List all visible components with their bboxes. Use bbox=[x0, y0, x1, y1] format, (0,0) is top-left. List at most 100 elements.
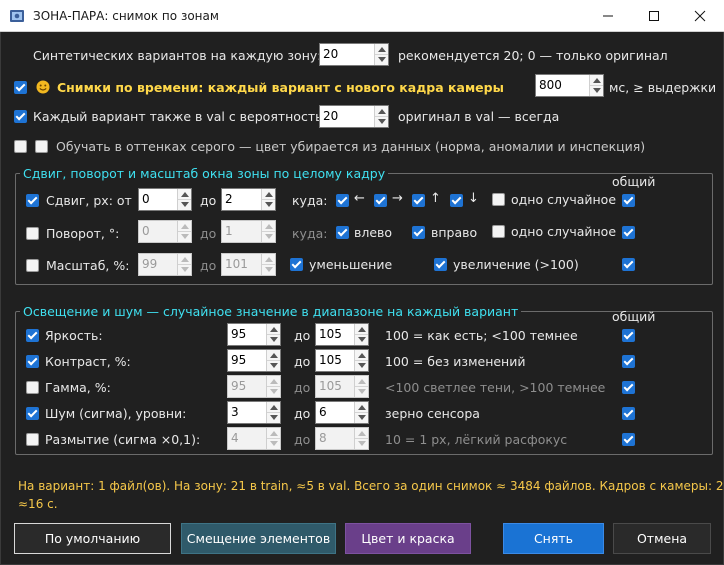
shift-single-random-checkbox[interactable] bbox=[492, 193, 505, 206]
snapshots-interval-stepper[interactable] bbox=[589, 75, 603, 96]
shift-down-checkbox[interactable] bbox=[450, 194, 463, 207]
rotate-to-input[interactable]: 1 bbox=[221, 220, 276, 243]
gamma-to-label: до bbox=[294, 380, 311, 395]
color-paint-button[interactable]: Цвет и краска bbox=[345, 523, 471, 554]
val-checkbox[interactable] bbox=[14, 110, 27, 123]
scale-checkbox[interactable] bbox=[26, 259, 39, 272]
blur-hint: 10 = 1 px, лёгкий расфокус bbox=[385, 432, 568, 447]
shift-checkbox[interactable] bbox=[26, 194, 39, 207]
scale-from-stepper[interactable] bbox=[177, 254, 191, 275]
shoot-button[interactable]: Снять bbox=[503, 523, 604, 554]
contrast-to-stepper[interactable] bbox=[354, 350, 368, 371]
noise-from-stepper[interactable] bbox=[266, 402, 280, 423]
blur-to-input[interactable]: 8 bbox=[315, 427, 369, 450]
snapshots-label: Снимки по времени: каждый вариант с ново… bbox=[57, 80, 504, 95]
gamma-to-stepper[interactable] bbox=[354, 376, 368, 397]
brightness-from-stepper[interactable] bbox=[266, 324, 280, 345]
rotate-single-random-checkbox[interactable] bbox=[492, 225, 505, 238]
rotate-common-checkbox[interactable] bbox=[622, 226, 635, 239]
blur-from-input[interactable]: 4 bbox=[227, 427, 281, 450]
rotate-from-input[interactable]: 0 bbox=[138, 220, 192, 243]
close-button[interactable] bbox=[677, 0, 723, 32]
shift-to-stepper[interactable] bbox=[261, 189, 275, 210]
noise-to-stepper[interactable] bbox=[354, 402, 368, 423]
snapshots-hint: мс, ≥ выдержки bbox=[609, 80, 717, 95]
noise-common-checkbox[interactable] bbox=[622, 407, 635, 420]
blur-checkbox[interactable] bbox=[26, 433, 39, 446]
grayscale-checkbox[interactable] bbox=[14, 140, 27, 153]
gamma-from-stepper[interactable] bbox=[266, 376, 280, 397]
shift-to-input[interactable]: 2 bbox=[221, 188, 276, 211]
snapshots-interval-input[interactable]: 800 bbox=[535, 74, 604, 97]
shift-up-checkbox[interactable] bbox=[412, 194, 425, 207]
rotate-to-stepper[interactable] bbox=[261, 221, 275, 242]
status-line-1: На вариант: 1 файл(ов). На зону: 21 в tr… bbox=[18, 479, 724, 493]
scale-to-label: до bbox=[200, 258, 217, 273]
defaults-button[interactable]: По умолчанию bbox=[14, 523, 171, 554]
geometry-common-label: общий bbox=[612, 174, 656, 189]
brightness-from-input[interactable]: 95 bbox=[227, 323, 281, 346]
scale-to-stepper[interactable] bbox=[261, 254, 275, 275]
gamma-from-input[interactable]: 95 bbox=[227, 375, 281, 398]
brightness-to-label: до bbox=[294, 328, 311, 343]
blur-from-stepper[interactable] bbox=[266, 428, 280, 449]
close-icon bbox=[694, 10, 706, 22]
window-title: ЗОНА-ПАРА: снимок по зонам bbox=[33, 9, 219, 23]
snapshots-checkbox[interactable] bbox=[14, 81, 27, 94]
noise-checkbox[interactable] bbox=[26, 407, 39, 420]
noise-label: Шум (сигма), уровни: bbox=[45, 406, 187, 421]
synthetic-stepper[interactable] bbox=[374, 44, 388, 65]
title-bar[interactable]: ЗОНА-ПАРА: снимок по зонам bbox=[0, 0, 724, 32]
scale-common-checkbox[interactable] bbox=[622, 258, 635, 271]
shift-right-checkbox[interactable] bbox=[374, 194, 387, 207]
val-label: Каждый вариант также в val с вероятность… bbox=[33, 109, 337, 124]
shift-from-stepper[interactable] bbox=[177, 189, 191, 210]
rotate-checkbox[interactable] bbox=[26, 227, 39, 240]
rotate-right-checkbox[interactable] bbox=[412, 226, 425, 239]
brightness-common-checkbox[interactable] bbox=[622, 329, 635, 342]
gamma-common-checkbox[interactable] bbox=[622, 381, 635, 394]
shift-left-checkbox[interactable] bbox=[336, 194, 349, 207]
geometry-group-title: Сдвиг, поворот и масштаб окна зоны по це… bbox=[20, 166, 389, 181]
brightness-label: Яркость: bbox=[45, 328, 103, 343]
lighting-common-label: общий bbox=[612, 309, 656, 324]
arrow-left-icon: ← bbox=[354, 191, 365, 206]
offset-elements-button[interactable]: Смещение элементов bbox=[181, 523, 336, 554]
noise-to-input[interactable]: 6 bbox=[315, 401, 369, 424]
scale-to-input[interactable]: 101 bbox=[221, 253, 276, 276]
maximize-button[interactable] bbox=[631, 0, 677, 32]
scale-from-input[interactable]: 99 bbox=[138, 253, 192, 276]
arrow-right-icon: → bbox=[392, 191, 403, 206]
synthetic-input[interactable]: 20 bbox=[319, 43, 389, 66]
rotate-left-checkbox[interactable] bbox=[336, 226, 349, 239]
scale-decrease-checkbox[interactable] bbox=[290, 258, 303, 271]
contrast-checkbox[interactable] bbox=[26, 355, 39, 368]
contrast-common-checkbox[interactable] bbox=[622, 355, 635, 368]
brightness-checkbox[interactable] bbox=[26, 329, 39, 342]
shift-from-input[interactable]: 0 bbox=[138, 188, 192, 211]
contrast-to-label: до bbox=[294, 354, 311, 369]
noise-from-input[interactable]: 3 bbox=[227, 401, 281, 424]
shift-label: Сдвиг, px: от bbox=[46, 193, 132, 208]
val-probability-stepper[interactable] bbox=[374, 106, 388, 127]
contrast-hint: 100 = без изменений bbox=[385, 354, 526, 369]
contrast-to-input[interactable]: 105 bbox=[315, 349, 369, 372]
brightness-to-stepper[interactable] bbox=[354, 324, 368, 345]
grayscale-checkbox-inner[interactable] bbox=[35, 140, 48, 153]
gamma-to-input[interactable]: 105 bbox=[315, 375, 369, 398]
rotate-from-stepper[interactable] bbox=[177, 221, 191, 242]
contrast-from-input[interactable]: 95 bbox=[227, 349, 281, 372]
shift-common-checkbox[interactable] bbox=[622, 194, 635, 207]
smiley-icon bbox=[35, 79, 51, 95]
scale-increase-checkbox[interactable] bbox=[434, 258, 447, 271]
minimize-button[interactable] bbox=[585, 0, 631, 32]
gamma-checkbox[interactable] bbox=[26, 381, 39, 394]
cancel-button[interactable]: Отмена bbox=[613, 523, 711, 554]
contrast-from-stepper[interactable] bbox=[266, 350, 280, 371]
blur-to-stepper[interactable] bbox=[354, 428, 368, 449]
blur-common-checkbox[interactable] bbox=[622, 433, 635, 446]
grayscale-label: Обучать в оттенках серого — цвет убирает… bbox=[56, 139, 646, 154]
val-probability-input[interactable]: 20 bbox=[319, 105, 389, 128]
brightness-to-input[interactable]: 105 bbox=[315, 323, 369, 346]
rotate-where-label: куда: bbox=[292, 226, 328, 241]
